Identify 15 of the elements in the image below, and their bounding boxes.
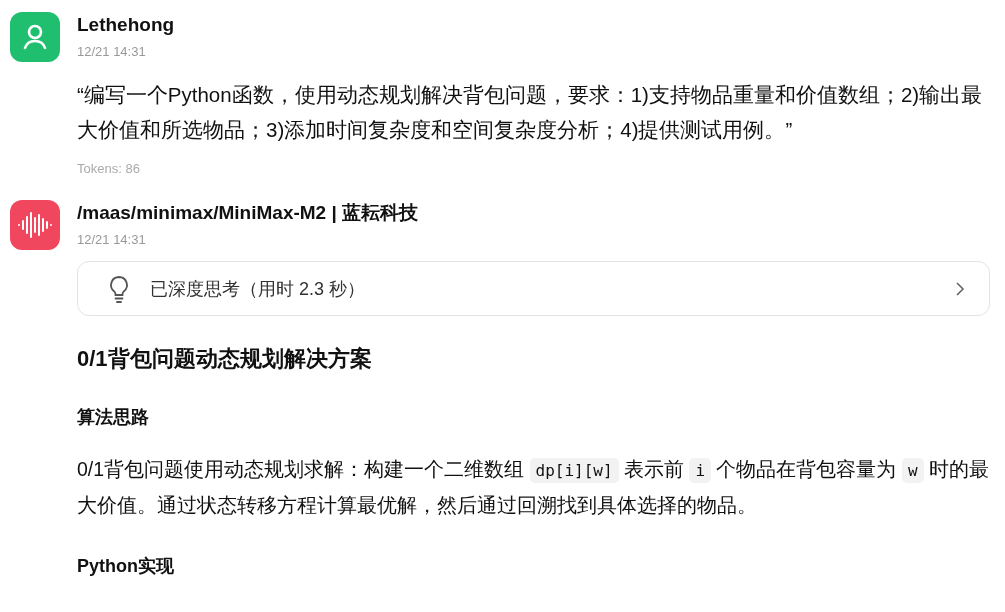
token-count: Tokens: 86: [77, 161, 141, 176]
answer-heading: 0/1背包问题动态规划解决方案: [77, 345, 373, 373]
person-icon: [21, 23, 49, 51]
chevron-icon: [955, 280, 965, 297]
author-name: Lethehong: [77, 13, 176, 37]
message-text: “编写一个Python函数，使用动态规划解决背包问题，要求：1)支持物品重量和价值数组；2)输出最大价值和所选物品；3)添加时间复杂度和空间复杂度分析；4)提供测试用例。”: [77, 82, 984, 143]
lightbulb-icon: [108, 274, 130, 303]
timestamp: 12/21 14:31: [77, 44, 147, 59]
timestamp: 12/21 14:31: [77, 232, 147, 247]
thinking-toggle[interactable]: 已深度思考（用时 2.3 秒）: [77, 261, 990, 316]
section-heading: 算法思路: [77, 406, 150, 429]
section-heading: Python实现: [77, 555, 175, 578]
author-name: /maas/minimax/MiniMax-M2 | 蓝耘科技: [77, 201, 420, 225]
sound-wave-icon: [17, 210, 53, 240]
answer-paragraph: 0/1背包问题使用动态规划求解：构建一个二维数组 dp[i][w] 表示前 i 个物品在背包容量为 w 时的最大价值。通过状态转移方程计算最优解，然后通过回溯找到具体选择的物品。: [77, 457, 990, 518]
